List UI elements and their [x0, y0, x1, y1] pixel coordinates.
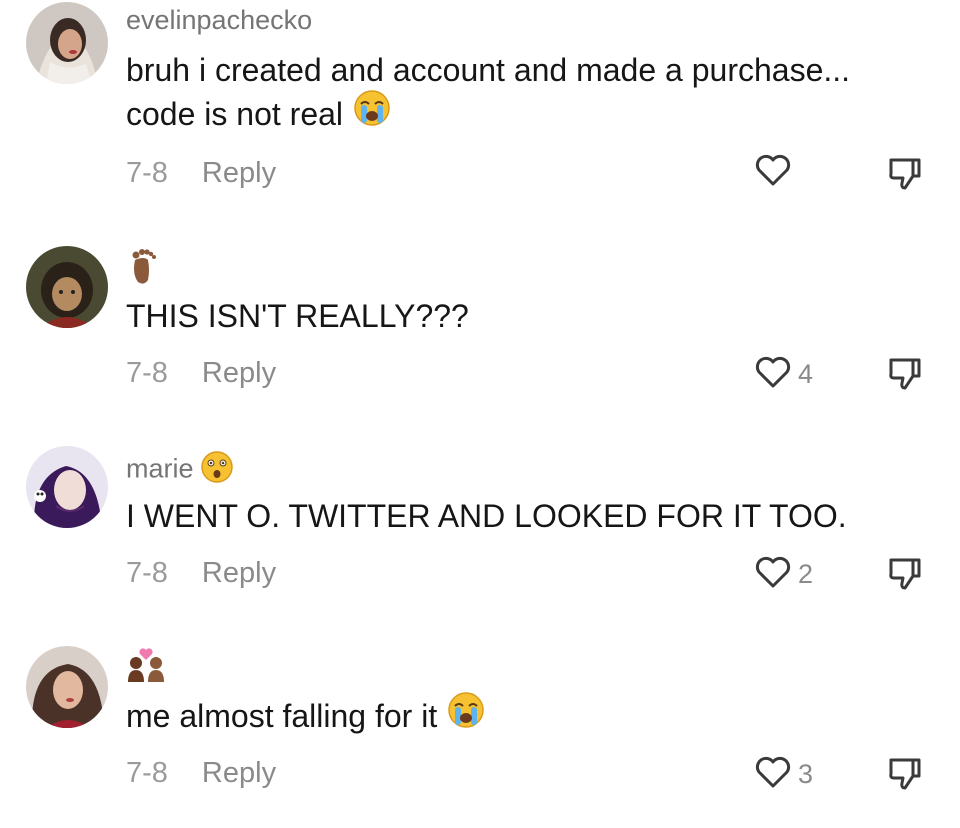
comment-meta: 7-8 Reply	[126, 756, 276, 790]
comment-meta: 7-8 Reply	[126, 156, 276, 190]
comment-text: bruh i created and account and made a pu…	[126, 48, 946, 141]
dislike-button[interactable]	[886, 354, 926, 394]
couple-with-heart-emoji-icon	[126, 646, 166, 687]
comment-text: I WENT O. TWITTER AND LOOKED FOR IT TOO.	[126, 498, 847, 534]
thumbs-down-icon	[886, 158, 924, 196]
loudly-crying-face-icon	[353, 89, 391, 138]
reply-button[interactable]: Reply	[202, 557, 276, 589]
reply-button[interactable]: Reply	[202, 757, 276, 789]
heart-icon	[754, 755, 792, 794]
comment-meta: 7-8 Reply	[126, 556, 276, 590]
like-count: 2	[798, 558, 814, 589]
dislike-button[interactable]	[886, 754, 926, 794]
comment-text-line: code is not real	[126, 89, 946, 141]
thumbs-down-icon	[886, 358, 924, 396]
comment-date: 7-8	[126, 757, 168, 789]
username-text: marie	[126, 453, 194, 484]
heart-icon	[754, 355, 792, 394]
like-button[interactable]: 2	[754, 554, 813, 594]
like-button[interactable]: 3	[754, 754, 813, 794]
comment-text-line-2: code is not real	[126, 96, 344, 132]
comment-username[interactable]: marie	[126, 450, 234, 491]
comment-text: me almost falling for it	[126, 691, 946, 743]
avatar[interactable]	[26, 646, 108, 728]
thumbs-down-icon	[886, 758, 924, 796]
comment-text-line: bruh i created and account and made a pu…	[126, 52, 851, 88]
comment-date: 7-8	[126, 557, 168, 589]
avatar[interactable]	[26, 2, 108, 84]
like-count: 3	[798, 758, 814, 789]
astonished-face-icon	[200, 450, 234, 491]
comment-text: THIS ISN'T REALLY???	[126, 298, 469, 334]
foot-emoji-icon	[126, 246, 160, 291]
dislike-button[interactable]	[886, 554, 926, 594]
heart-icon	[754, 153, 792, 192]
reply-button[interactable]: Reply	[202, 357, 276, 389]
comment-text-content: me almost falling for it	[126, 698, 438, 734]
comment-date: 7-8	[126, 357, 168, 389]
loudly-crying-face-icon	[447, 691, 485, 740]
comment-username[interactable]: evelinpachecko	[126, 4, 312, 36]
like-button[interactable]: 4	[754, 354, 813, 394]
avatar[interactable]	[26, 246, 108, 328]
dislike-button[interactable]	[886, 154, 926, 194]
like-button[interactable]	[754, 152, 798, 192]
thumbs-down-icon	[886, 558, 924, 596]
comment-meta: 7-8 Reply	[126, 356, 276, 390]
like-count: 4	[798, 358, 814, 389]
heart-icon	[754, 555, 792, 594]
comment-date: 7-8	[126, 157, 168, 189]
reply-button[interactable]: Reply	[202, 157, 276, 189]
avatar[interactable]	[26, 446, 108, 528]
